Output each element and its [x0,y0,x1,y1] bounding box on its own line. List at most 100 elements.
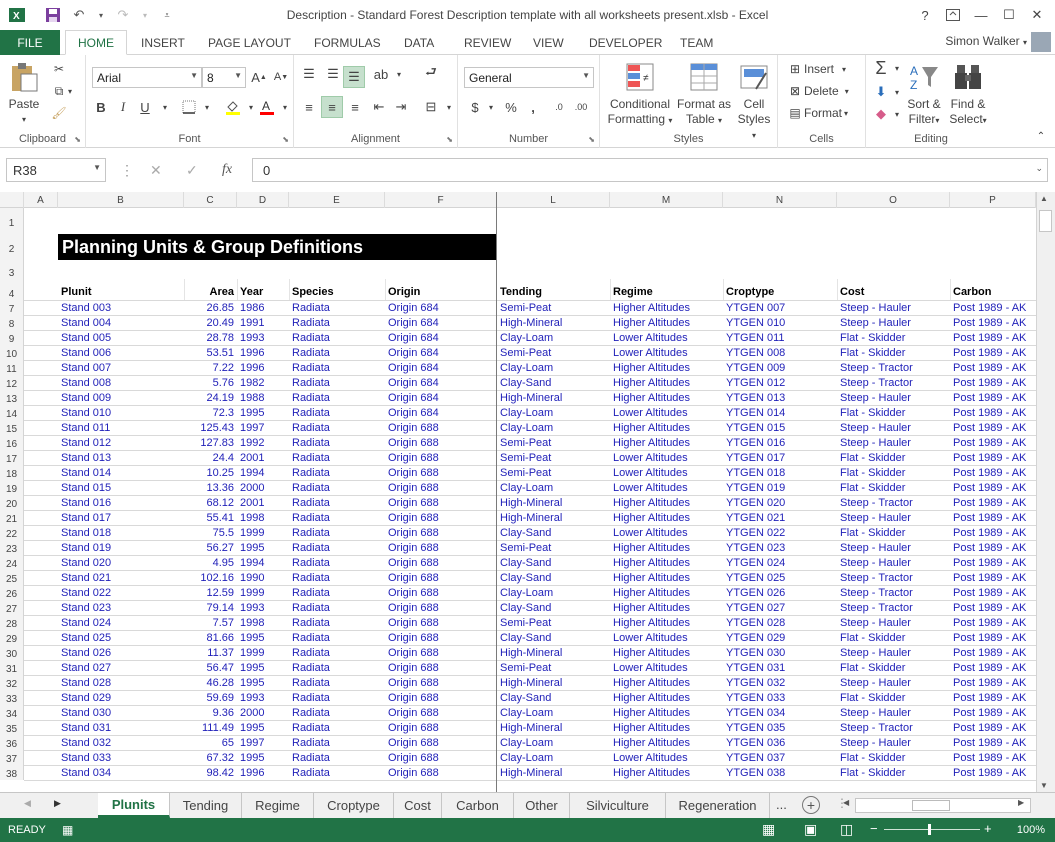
cell-area[interactable]: 20.49 [184,315,237,329]
copy-icon[interactable]: ⧉ ▾ [50,81,72,101]
cell-regime[interactable]: Higher Altitudes [610,585,723,599]
align-left-icon[interactable]: ≡ [298,96,320,118]
cell-crop[interactable]: YTGEN 031 [723,660,837,674]
cell-origin[interactable]: Origin 688 [385,615,497,629]
cell-plunit[interactable]: Stand 033 [58,750,184,764]
vertical-scrollbar[interactable]: ▲ ▼ [1036,192,1055,792]
cell-carbon[interactable]: Post 1989 - AK [950,375,1036,389]
column-title[interactable]: Croptype [723,279,837,298]
cell-area[interactable]: 9.36 [184,705,237,719]
row-header[interactable]: 16 [0,435,24,450]
page-layout-view-icon[interactable]: ▣ [804,821,817,838]
cell-crop[interactable]: YTGEN 012 [723,375,837,389]
scroll-down-icon[interactable]: ▼ [1040,781,1048,790]
cell-area[interactable]: 102.16 [184,570,237,584]
cell-year[interactable]: 1986 [237,300,289,314]
cell-plunit[interactable]: Stand 010 [58,405,184,419]
align-bottom-icon[interactable]: ☰ [343,66,365,88]
cell-plunit[interactable]: Stand 003 [58,300,184,314]
cell-regime[interactable]: Lower Altitudes [610,750,723,764]
cell-regime[interactable]: Lower Altitudes [610,525,723,539]
cancel-entry-icon[interactable]: ✕ [150,162,162,179]
sheet-tab-regime[interactable]: Regime [242,793,314,818]
cell-carbon[interactable]: Post 1989 - AK [950,360,1036,374]
row-header[interactable]: 30 [0,645,24,660]
ribbon-display-options-icon[interactable] [940,4,966,26]
horizontal-scroll-thumb[interactable] [912,800,950,811]
cell-plunit[interactable]: Stand 017 [58,510,184,524]
cell-plunit[interactable]: Stand 025 [58,630,184,644]
cell-plunit[interactable]: Stand 022 [58,585,184,599]
orientation-dropdown-icon[interactable]: ▾ [388,63,410,85]
cell-species[interactable]: Radiata [289,405,385,419]
alignment-launcher-icon[interactable]: ⬊ [446,135,453,144]
align-middle-icon[interactable]: ☰ [322,63,344,85]
cell-plunit[interactable]: Stand 012 [58,435,184,449]
cell-crop[interactable]: YTGEN 038 [723,765,837,779]
row-header[interactable]: 19 [0,480,24,495]
cell-origin[interactable]: Origin 684 [385,300,497,314]
column-title[interactable]: Area [184,279,237,298]
percent-button[interactable]: % [500,96,522,118]
cell-crop[interactable]: YTGEN 014 [723,405,837,419]
cell-plunit[interactable]: Stand 006 [58,345,184,359]
sort-filter-button[interactable]: AZ Sort & Filter▾ [904,61,944,128]
column-header[interactable]: P [950,192,1036,208]
cell-tending[interactable]: Semi-Peat [497,660,610,674]
wrap-text-icon[interactable]: ⮐ [420,63,442,85]
cell-tending[interactable]: Clay-Loam [497,705,610,719]
cell-origin[interactable]: Origin 688 [385,540,497,554]
cell-regime[interactable]: Higher Altitudes [610,375,723,389]
cell-carbon[interactable]: Post 1989 - AK [950,480,1036,494]
font-name-select[interactable]: Arial ▼ [92,67,202,88]
column-title[interactable]: Cost [837,279,950,298]
cell-area[interactable]: 98.42 [184,765,237,779]
cell-plunit[interactable]: Stand 030 [58,705,184,719]
cell-cost[interactable]: Flat - Skidder [837,750,950,764]
tab-view[interactable]: VIEW [533,30,564,55]
decrease-indent-icon[interactable]: ⇤ [368,96,390,118]
cell-tending[interactable]: Clay-Loam [497,750,610,764]
cell-species[interactable]: Radiata [289,645,385,659]
merge-dropdown-icon[interactable]: ▾ [438,96,460,118]
cell-origin[interactable]: Origin 688 [385,420,497,434]
cell-origin[interactable]: Origin 688 [385,765,497,779]
cell-crop[interactable]: YTGEN 025 [723,570,837,584]
cell-species[interactable]: Radiata [289,615,385,629]
cell-tending[interactable]: Clay-Loam [497,420,610,434]
cell-tending[interactable]: High-Mineral [497,510,610,524]
row-header[interactable]: 38 [0,765,24,780]
page-break-view-icon[interactable]: ◫ [840,821,853,838]
cell-species[interactable]: Radiata [289,660,385,674]
column-title[interactable]: Tending [497,279,610,298]
cell-plunit[interactable]: Stand 016 [58,495,184,509]
cell-cost[interactable]: Flat - Skidder [837,450,950,464]
cell-year[interactable]: 1995 [237,630,289,644]
cell-origin[interactable]: Origin 688 [385,555,497,569]
borders-dropdown-icon[interactable]: ▾ [196,96,218,118]
column-title[interactable]: Origin [385,279,497,298]
cell-carbon[interactable]: Post 1989 - AK [950,615,1036,629]
worksheet-grid[interactable]: ABCDEFLMNOP 1 2 3 4 Plunit Area Year Species Ori… [0,192,1036,792]
conditional-formatting-button[interactable]: ≠ Conditional Formatting ▾ [606,61,674,128]
cell-area[interactable]: 55.41 [184,510,237,524]
increase-decimal-icon[interactable]: .0 [548,96,570,118]
cell-carbon[interactable]: Post 1989 - AK [950,345,1036,359]
cell-year[interactable]: 1998 [237,510,289,524]
cell-plunit[interactable]: Stand 027 [58,660,184,674]
cell-year[interactable]: 1996 [237,345,289,359]
row-header[interactable]: 26 [0,585,24,600]
cell-crop[interactable]: YTGEN 028 [723,615,837,629]
close-icon[interactable]: ✕ [1024,4,1050,26]
row-header[interactable]: 13 [0,390,24,405]
column-title[interactable]: Year [237,279,289,298]
cell-crop[interactable]: YTGEN 020 [723,495,837,509]
zoom-slider[interactable] [884,829,980,830]
cell-carbon[interactable]: Post 1989 - AK [950,540,1036,554]
column-header[interactable]: C [184,192,237,208]
cell-year[interactable]: 1996 [237,765,289,779]
cell-area[interactable]: 13.36 [184,480,237,494]
cell-origin[interactable]: Origin 688 [385,645,497,659]
cell-tending[interactable]: Clay-Loam [497,585,610,599]
cell-regime[interactable]: Higher Altitudes [610,645,723,659]
